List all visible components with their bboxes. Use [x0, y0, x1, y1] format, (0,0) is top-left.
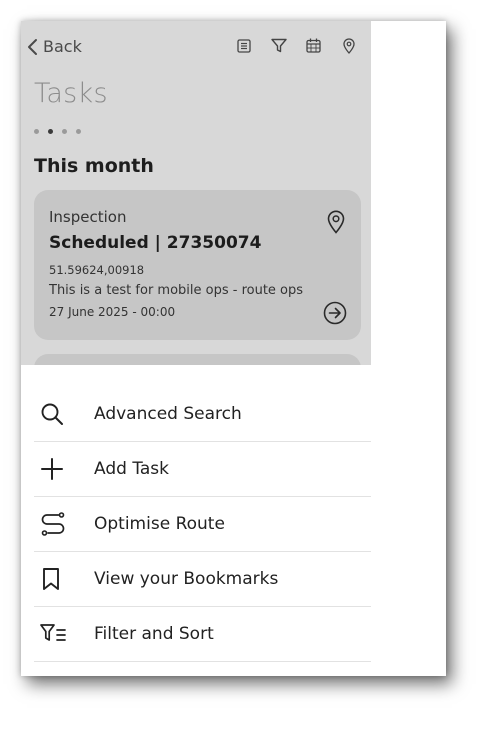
chevron-left-icon	[27, 38, 39, 56]
menu-item-label: Filter and Sort	[94, 624, 214, 644]
menu-item-label: View your Bookmarks	[94, 569, 279, 589]
filter-sort-icon	[34, 620, 78, 648]
plus-icon	[34, 455, 78, 483]
task-datetime: 27 June 2025 - 00:00	[49, 305, 176, 319]
filter-icon[interactable]	[270, 37, 287, 54]
menu-item-label: Optimise Route	[94, 514, 225, 534]
top-bar: Back	[21, 21, 371, 75]
app-screen: Back Tasks This month Inspection Schedul…	[21, 21, 446, 676]
pager-dot-active[interactable]	[48, 129, 53, 134]
bookmark-icon	[34, 565, 78, 593]
task-type: Inspection	[49, 208, 127, 226]
toolbar-icons	[235, 37, 357, 54]
section-title: This month	[34, 155, 154, 177]
page-title: Tasks	[34, 78, 108, 109]
task-coordinates: 51.59624,00918	[49, 263, 145, 277]
menu-item-advanced-search[interactable]: Advanced Search	[34, 387, 371, 442]
arrow-right-circle-icon[interactable]	[323, 301, 347, 329]
location-pin-icon[interactable]	[340, 37, 357, 54]
back-button[interactable]: Back	[27, 37, 82, 56]
search-icon	[34, 400, 78, 428]
menu-item-optimise-route[interactable]: Optimise Route	[34, 497, 371, 552]
pager-dot[interactable]	[34, 129, 39, 134]
pager-dot[interactable]	[76, 129, 81, 134]
calendar-icon[interactable]	[305, 37, 322, 54]
pager-dots	[34, 129, 81, 134]
menu-item-view-bookmarks[interactable]: View your Bookmarks	[34, 552, 371, 607]
back-label: Back	[43, 37, 82, 56]
map-pin-icon[interactable]	[327, 210, 345, 238]
list-icon[interactable]	[235, 37, 252, 54]
task-description: This is a test for mobile ops - route op…	[49, 283, 304, 298]
task-card[interactable]: Inspection Scheduled | 27350074 51.59624…	[34, 190, 361, 340]
pager-dot[interactable]	[62, 129, 67, 134]
action-sheet: Advanced Search Add Task Optimise Route	[21, 365, 446, 676]
menu-item-label: Add Task	[94, 459, 170, 479]
route-icon	[34, 510, 78, 538]
menu-item-filter-sort[interactable]: Filter and Sort	[34, 607, 371, 662]
menu-item-add-task[interactable]: Add Task	[34, 442, 371, 497]
task-status-ref: Scheduled | 27350074	[49, 233, 262, 253]
menu-item-label: Advanced Search	[94, 404, 242, 424]
